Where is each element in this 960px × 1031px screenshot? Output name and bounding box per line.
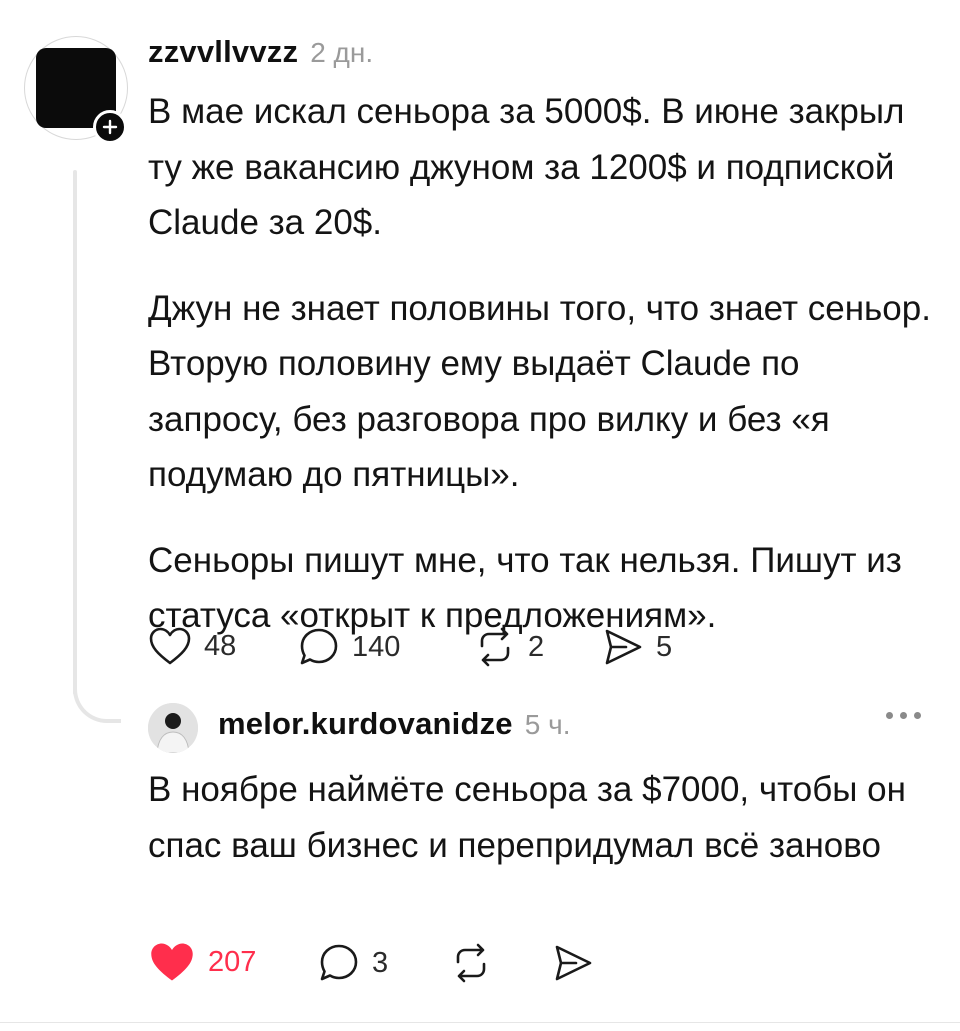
more-dots-icon <box>886 712 893 719</box>
speech-bubble-icon <box>300 628 338 665</box>
plus-icon <box>102 119 118 135</box>
reply-like-count: 207 <box>208 945 257 978</box>
repost-button[interactable]: 2 <box>474 626 544 668</box>
like-count: 48 <box>204 629 237 662</box>
reply-avatar[interactable] <box>148 703 198 753</box>
reply-like-button[interactable]: 207 <box>148 940 256 984</box>
thread-line <box>73 170 77 695</box>
more-dots-icon <box>914 712 921 719</box>
repost-arrows-icon <box>480 627 510 667</box>
send-icon <box>605 629 642 665</box>
reply-body: В ноябре наймёте сеньора за $7000, чтобы… <box>148 770 906 865</box>
post-username[interactable]: zzvvllvvzz <box>148 34 298 70</box>
reply-comment-count: 3 <box>372 946 389 979</box>
avatar-image <box>148 703 198 753</box>
reply-username[interactable]: melor.kurdovanidze <box>218 706 513 742</box>
reply-repost-button[interactable] <box>450 942 492 984</box>
send-icon <box>555 945 592 981</box>
post-header: zzvvllvvzz 2 дн. <box>148 34 373 70</box>
post-time: 2 дн. <box>310 37 374 68</box>
repost-arrows-icon <box>456 943 486 983</box>
like-button[interactable]: 48 <box>148 626 236 666</box>
share-count: 5 <box>656 630 673 663</box>
heart-outline-icon <box>149 627 191 665</box>
post-body: В мае искал сеньора за 5000$. В июне зак… <box>148 84 938 644</box>
reply-header: melor.kurdovanidze 5 ч. <box>218 706 570 742</box>
repost-count: 2 <box>528 630 545 663</box>
follow-button[interactable] <box>93 110 127 144</box>
speech-bubble-icon <box>320 944 358 981</box>
comment-button[interactable]: 140 <box>298 626 400 668</box>
heart-filled-icon <box>151 943 193 981</box>
thread-connector <box>73 683 121 723</box>
reply-comment-button[interactable]: 3 <box>318 942 388 984</box>
reply-share-button[interactable] <box>552 942 594 984</box>
post-paragraph: Джун не знает половины того, что знает с… <box>148 288 931 495</box>
more-button[interactable] <box>886 712 921 719</box>
divider <box>0 1022 960 1023</box>
more-dots-icon <box>900 712 907 719</box>
post-paragraph: В мае искал сеньора за 5000$. В июне зак… <box>148 92 905 242</box>
share-button[interactable]: 5 <box>602 626 672 668</box>
reply-time: 5 ч. <box>524 709 571 740</box>
comment-count: 140 <box>352 630 401 663</box>
